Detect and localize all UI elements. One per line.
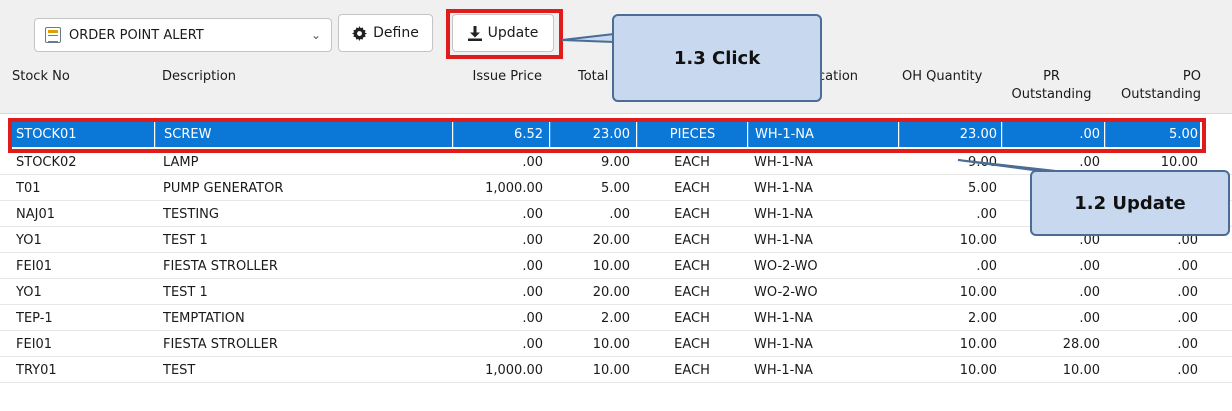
- update-callout: 1.2 Update: [1030, 170, 1230, 236]
- click-callout: 1.3 Click: [612, 14, 822, 102]
- update-callout-text: 1.2 Update: [1074, 192, 1186, 214]
- click-callout-pointer: [561, 32, 615, 44]
- click-callout-text: 1.3 Click: [673, 47, 761, 69]
